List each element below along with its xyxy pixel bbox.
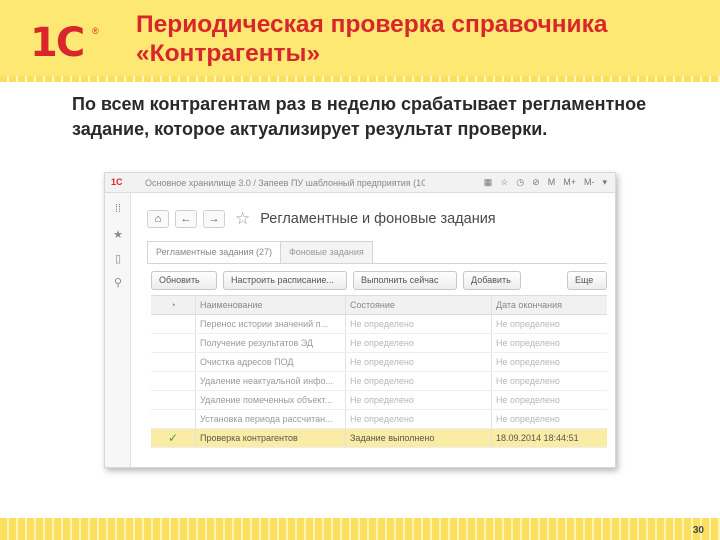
form-tabs: Регламентные задания (27) Фоновые задани… (147, 241, 373, 263)
user-item-m[interactable]: M (548, 177, 556, 188)
column-header-name[interactable]: Наименование (195, 296, 345, 314)
row-marker (151, 353, 195, 371)
cell-end-date: Не определено (491, 315, 615, 333)
documents-icon[interactable]: ▯ (112, 253, 124, 265)
form-title: Регламентные и фоновые задания (260, 211, 496, 227)
back-arrow-icon[interactable]: ← (175, 210, 197, 228)
tab-background-jobs[interactable]: Фоновые задания (279, 241, 373, 263)
row-marker (151, 410, 195, 428)
cell-state: Задание выполнено (345, 429, 491, 447)
jobs-table: ◔ Наименование Состояние Дата окончания … (151, 295, 607, 448)
column-header-state[interactable]: Состояние (345, 296, 491, 314)
cell-state: Не определено (345, 353, 491, 371)
cell-state: Не определено (345, 410, 491, 428)
refresh-button[interactable]: Обновить (151, 271, 217, 290)
favorites-star-icon[interactable]: ★ (112, 229, 124, 241)
app-logo: 1С (111, 177, 123, 187)
cell-name: Получение результатов ЭД (195, 334, 345, 352)
table-row[interactable]: Удаление неактуальной инфо... Не определе… (151, 372, 607, 391)
cell-state: Не определено (345, 391, 491, 409)
page-number: 30 (692, 525, 704, 536)
run-now-button[interactable]: Выполнить сейчас (353, 271, 457, 290)
status-column-icon[interactable]: ◔ (151, 296, 195, 314)
table-row[interactable]: ✓ Проверка контрагентов Задание выполнено 1… (151, 429, 607, 448)
row-marker (151, 315, 195, 333)
form-navbar: ⌂ ← → ☆ Регламентные и фоновые задания (147, 209, 496, 229)
app-window-title: Основное хранилище 3.0 / Запеев ПУ шабло… (145, 178, 425, 188)
user-item-mplus[interactable]: M+ (563, 177, 576, 188)
row-marker (151, 372, 195, 390)
cell-name: Удаление помеченных объект... (195, 391, 345, 409)
cell-end-date: Не определено (491, 372, 615, 390)
link-icon[interactable]: ⊘ (532, 177, 540, 188)
cell-name: Проверка контрагентов (195, 429, 345, 447)
chevron-down-icon[interactable]: ▾ (602, 177, 607, 188)
table-row[interactable]: Перенос истории значений п... Не определе… (151, 315, 607, 334)
star-icon[interactable]: ☆ (500, 177, 508, 188)
table-body: Перенос истории значений п... Не определе… (151, 315, 607, 448)
registered-mark: ® (92, 26, 99, 36)
forward-arrow-icon[interactable]: → (203, 210, 225, 228)
row-marker (151, 391, 195, 409)
table-row[interactable]: Получение результатов ЭД Не определено Не … (151, 334, 607, 353)
topbar-icons: ▦ ☆ ◷ ⊘ M M+ M- ▾ (484, 177, 607, 188)
favorite-star-icon[interactable]: ☆ (235, 209, 250, 229)
row-marker (151, 334, 195, 352)
cell-end-date: Не определено (491, 410, 615, 428)
menu-grid-icon[interactable]: ⁞⁞ (112, 203, 124, 215)
grid-icon[interactable]: ▦ (484, 177, 493, 188)
home-icon[interactable]: ⌂ (147, 210, 169, 228)
cell-end-date: Не определено (491, 391, 615, 409)
cell-name: Перенос истории значений п... (195, 315, 345, 333)
logo-1c: 1С ® (30, 20, 110, 66)
schedule-button[interactable]: Настроить расписание... (223, 271, 347, 290)
table-row[interactable]: Удаление помеченных объект... Не определе… (151, 391, 607, 410)
history-icon[interactable]: ◷ (516, 177, 524, 188)
cell-end-date: Не определено (491, 353, 615, 371)
form-toolbar: Обновить Настроить расписание... Выполни… (151, 271, 607, 291)
cell-name: Очистка адресов ПОД (195, 353, 345, 371)
table-row[interactable]: Очистка адресов ПОД Не определено Не опред… (151, 353, 607, 372)
app-screenshot-window: 1С Основное хранилище 3.0 / Запеев ПУ ша… (104, 172, 616, 468)
search-icon[interactable]: ⚲ (112, 277, 124, 289)
cell-end-date: 18.09.2014 18:44:51 (491, 429, 615, 447)
cell-name: Установка периода рассчитан... (195, 410, 345, 428)
tab-divider (147, 263, 607, 264)
logo-text: 1С (30, 20, 85, 66)
more-button[interactable]: Еще (567, 271, 607, 290)
cell-state: Не определено (345, 372, 491, 390)
column-header-end-date[interactable]: Дата окончания (491, 296, 615, 314)
app-main: ⌂ ← → ☆ Регламентные и фоновые задания Р… (131, 193, 615, 467)
table-header: ◔ Наименование Состояние Дата окончания (151, 295, 607, 315)
cell-state: Не определено (345, 315, 491, 333)
table-row[interactable]: Установка периода рассчитан... Не определ… (151, 410, 607, 429)
slide-lead-text: По всем контрагентам раз в неделю срабат… (72, 94, 647, 139)
cell-name: Удаление неактуальной инфо... (195, 372, 345, 390)
user-item-mminus[interactable]: M- (584, 177, 595, 188)
tab-scheduled-jobs[interactable]: Регламентные задания (27) (147, 241, 281, 263)
cell-end-date: Не определено (491, 334, 615, 352)
bottom-band (0, 518, 720, 540)
app-topbar: 1С Основное хранилище 3.0 / Запеев ПУ ша… (105, 173, 615, 193)
app-leftbar: ⁞⁞ ★ ▯ ⚲ (105, 193, 131, 467)
cell-state: Не определено (345, 334, 491, 352)
slide-title: Периодическая проверка справочника «Конт… (136, 11, 608, 67)
checkmark-icon: ✓ (167, 431, 179, 445)
add-button[interactable]: Добавить (463, 271, 521, 290)
